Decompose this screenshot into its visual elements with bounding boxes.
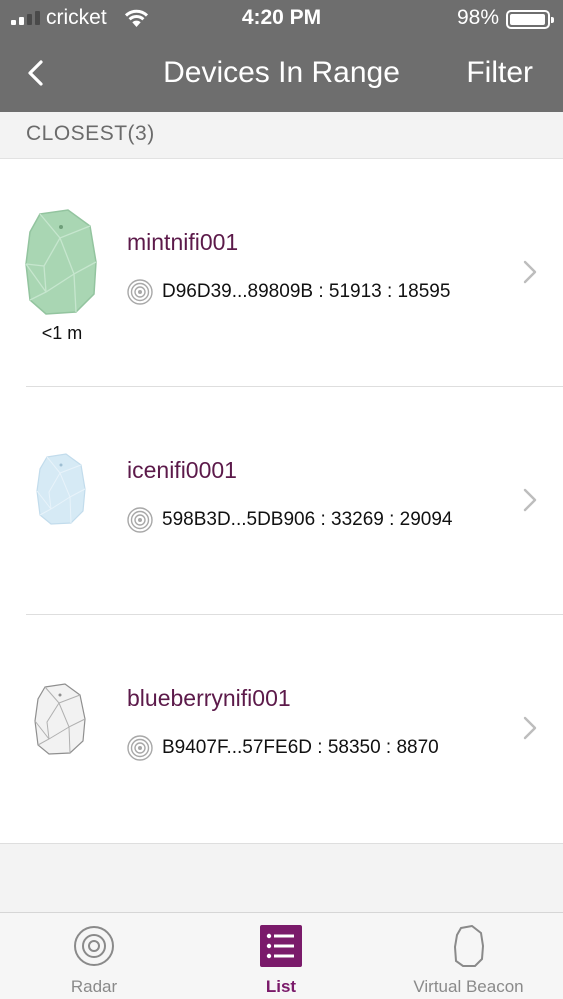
device-name: mintnifi001	[127, 229, 239, 255]
battery-icon	[506, 10, 554, 29]
chevron-right-icon	[523, 716, 537, 740]
broadcast-icon	[127, 507, 153, 533]
list-footer	[0, 843, 563, 913]
device-identifier: 598B3D...5DB906 : 33269 : 29094	[162, 509, 453, 530]
device-name: icenifi0001	[127, 457, 237, 483]
broadcast-icon	[127, 279, 153, 305]
tab-virtual-beacon[interactable]: Virtual Beacon	[374, 913, 563, 999]
section-header: CLOSEST(3)	[0, 112, 563, 159]
broadcast-icon	[127, 735, 153, 761]
top-bar: cricket 4:20 PM 98% Devices In Range Fil…	[0, 0, 563, 112]
device-row-icenifi0001[interactable]: icenifi0001 598B3D...5DB906 : 33269 : 29…	[0, 387, 563, 615]
tab-label: List	[265, 977, 297, 996]
device-name: blueberrynifi001	[127, 685, 291, 711]
blueberry-beacon-icon	[34, 683, 86, 755]
filter-button[interactable]: Filter	[466, 56, 533, 90]
device-row-blueberrynifi001[interactable]: blueberrynifi001 B9407F...57FE6D : 58350…	[0, 615, 563, 843]
tab-radar[interactable]: Radar	[0, 913, 188, 999]
chevron-right-icon	[523, 488, 537, 512]
list-icon	[260, 925, 302, 967]
device-id-line: D96D39...89809B : 51913 : 18595	[127, 279, 450, 305]
device-identifier: D96D39...89809B : 51913 : 18595	[162, 281, 451, 302]
device-id-line: 598B3D...5DB906 : 33269 : 29094	[127, 507, 453, 533]
device-identifier: B9407F...57FE6D : 58350 : 8870	[162, 737, 439, 758]
status-bar: cricket 4:20 PM 98%	[0, 0, 563, 36]
battery-percentage: 98%	[456, 6, 499, 29]
ice-beacon-icon	[36, 453, 86, 525]
tab-label: Virtual Beacon	[413, 977, 524, 996]
radar-icon	[74, 926, 114, 966]
device-distance: <1 m	[41, 323, 83, 343]
beacon-icon	[454, 925, 484, 967]
device-id-line: B9407F...57FE6D : 58350 : 8870	[127, 735, 439, 761]
chevron-right-icon	[523, 260, 537, 284]
section-label: CLOSEST(3)	[26, 122, 155, 145]
mint-beacon-icon	[25, 209, 97, 315]
tab-label: Radar	[70, 977, 118, 996]
tab-list[interactable]: List	[188, 913, 374, 999]
device-row-mintnifi001[interactable]: <1 m mintnifi001 D96D39...89809B : 51913…	[0, 159, 563, 387]
tab-bar: Radar List Virtual Beacon	[0, 912, 563, 999]
